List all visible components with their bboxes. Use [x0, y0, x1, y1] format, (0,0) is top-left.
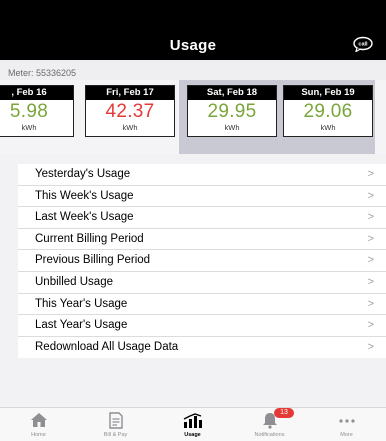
day-card-date: Sat, Feb 18 — [188, 86, 276, 100]
day-card-value: 5.98 — [9, 101, 49, 122]
meter-label: Meter: 55336205 — [8, 68, 77, 78]
day-card-date: Fri, Feb 17 — [86, 86, 174, 100]
menu-item-previous-billing-period[interactable]: Previous Billing Period > — [18, 250, 386, 272]
menu-item-label: Previous Billing Period — [35, 254, 151, 267]
usage-chart-icon — [183, 413, 202, 428]
chevron-right-icon: > — [367, 189, 374, 202]
svg-text:call: call — [358, 41, 368, 47]
chevron-right-icon: > — [367, 275, 374, 288]
chevron-right-icon: > — [367, 168, 374, 180]
menu-item-label: Redownload All Usage Data — [35, 340, 179, 353]
day-card-unit: kWh — [122, 123, 138, 132]
tab-label: Home — [31, 432, 46, 438]
more-dots-icon — [338, 419, 355, 423]
tab-label: Usage — [184, 432, 201, 438]
day-card-unit: kWh — [224, 123, 240, 132]
tab-more[interactable]: More — [308, 408, 385, 441]
menu-item-label: Unbilled Usage — [35, 275, 113, 288]
chevron-right-icon: > — [367, 254, 374, 267]
day-card-date: , Feb 16 — [0, 86, 73, 100]
tab-label: Notifications — [254, 432, 285, 438]
menu-item-yesterday-usage[interactable]: Yesterday's Usage > — [18, 164, 386, 186]
daily-usage-strip[interactable]: , Feb 16 5.98 kWh Fri, Feb 17 42.37 kWh … — [0, 80, 386, 154]
chevron-right-icon: > — [367, 340, 374, 353]
tab-notifications[interactable]: 13 Notifications — [231, 408, 308, 441]
menu-item-label: This Week's Usage — [35, 189, 134, 202]
speech-bubble-icon[interactable]: call — [352, 36, 374, 52]
menu-item-redownload-usage-data[interactable]: Redownload All Usage Data > — [18, 337, 386, 359]
menu-item-label: Yesterday's Usage — [35, 168, 131, 180]
day-card-feb-16[interactable]: , Feb 16 5.98 kWh — [0, 85, 74, 137]
menu-item-label: Last Year's Usage — [35, 319, 128, 332]
day-card-unit: kWh — [320, 123, 336, 132]
chevron-right-icon: > — [367, 232, 374, 245]
day-card-feb-17[interactable]: Fri, Feb 17 42.37 kWh — [85, 85, 175, 137]
chevron-right-icon: > — [367, 211, 374, 224]
tab-label: Bill & Pay — [103, 432, 128, 438]
menu-item-current-billing-period[interactable]: Current Billing Period > — [18, 229, 386, 251]
day-card-unit: kWh — [21, 123, 37, 132]
notification-badge: 13 — [274, 408, 294, 418]
day-card-date: Sun, Feb 19 — [284, 86, 372, 100]
chevron-right-icon: > — [367, 319, 374, 332]
bill-icon — [108, 412, 123, 429]
chevron-right-icon: > — [367, 297, 374, 310]
page-title: Usage — [169, 37, 217, 54]
menu-item-this-week-usage[interactable]: This Week's Usage > — [18, 186, 386, 208]
usage-menu-list: Yesterday's Usage > This Week's Usage > … — [18, 164, 386, 359]
day-card-value: 29.06 — [303, 101, 353, 122]
menu-item-label: Current Billing Period — [35, 232, 144, 245]
header-bar: Usage call — [0, 0, 386, 60]
home-icon — [30, 413, 47, 427]
day-card-value: 42.37 — [105, 101, 155, 122]
meter-bar: Meter: 55336205 — [0, 60, 386, 81]
menu-item-this-year-usage[interactable]: This Year's Usage > — [18, 294, 386, 316]
menu-item-label: This Year's Usage — [35, 297, 128, 310]
bottom-tab-bar: Home Bill & Pay Usage 13 Notifications M… — [0, 407, 386, 441]
menu-item-last-week-usage[interactable]: Last Week's Usage > — [18, 207, 386, 229]
tab-home[interactable]: Home — [0, 408, 77, 441]
menu-item-unbilled-usage[interactable]: Unbilled Usage > — [18, 272, 386, 294]
day-card-value: 29.95 — [207, 101, 257, 122]
day-card-feb-18[interactable]: Sat, Feb 18 29.95 kWh — [187, 85, 277, 137]
menu-item-label: Last Week's Usage — [35, 211, 134, 224]
menu-item-last-year-usage[interactable]: Last Year's Usage > — [18, 315, 386, 337]
tab-bill-pay[interactable]: Bill & Pay — [77, 408, 154, 441]
tab-usage[interactable]: Usage — [154, 408, 231, 441]
tab-label: More — [340, 432, 353, 438]
day-card-feb-19[interactable]: Sun, Feb 19 29.06 kWh — [283, 85, 373, 137]
